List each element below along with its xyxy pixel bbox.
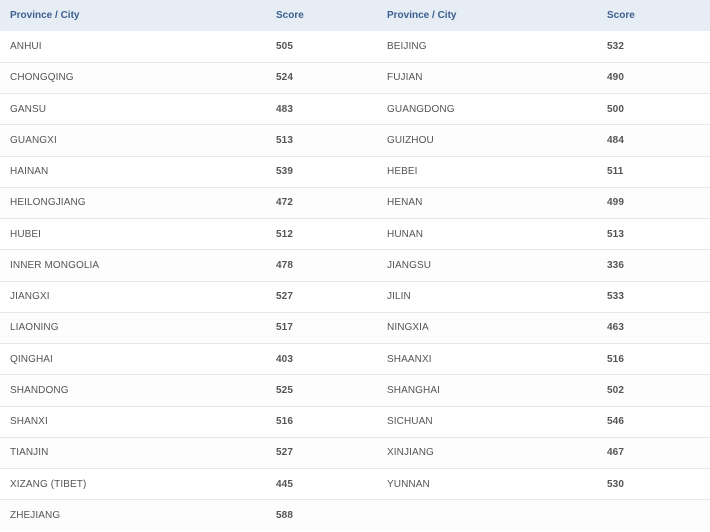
- score-cell: 490: [607, 62, 710, 95]
- score-cell: 527: [276, 437, 387, 470]
- province-cell: ZHEJIANG: [0, 499, 276, 531]
- province-cell: JIANGXI: [0, 281, 276, 313]
- score-cell: 336: [607, 249, 710, 282]
- province-score-table: Province / City Score Province / City Sc…: [0, 0, 710, 531]
- score-cell: 532: [607, 31, 710, 63]
- table-row: QINGHAI 403 SHAANXI 516: [0, 343, 710, 376]
- province-cell: HEBEI: [387, 156, 607, 188]
- province-cell: SHANDONG: [0, 374, 276, 407]
- province-cell: BEIJING: [387, 31, 607, 63]
- province-cell: HUNAN: [387, 218, 607, 251]
- score-cell: 484: [607, 124, 710, 157]
- score-cell: 546: [607, 406, 710, 438]
- province-cell: GUANGXI: [0, 124, 276, 157]
- score-cell: 478: [276, 249, 387, 282]
- score-cell: 588: [276, 499, 387, 531]
- score-cell: 527: [276, 281, 387, 313]
- province-cell: HUBEI: [0, 218, 276, 251]
- score-cell: 525: [276, 374, 387, 407]
- province-cell: SHANXI: [0, 406, 276, 438]
- province-cell: INNER MONGOLIA: [0, 249, 276, 282]
- table-row: INNER MONGOLIA 478 JIANGSU 336: [0, 249, 710, 282]
- header-score-1[interactable]: Score: [276, 0, 387, 31]
- score-cell: 539: [276, 156, 387, 188]
- province-cell: SICHUAN: [387, 406, 607, 438]
- score-cell: 483: [276, 93, 387, 126]
- score-cell: 517: [276, 312, 387, 345]
- header-score-2[interactable]: Score: [607, 0, 710, 31]
- score-cell: 524: [276, 62, 387, 95]
- score-cell: 463: [607, 312, 710, 345]
- score-cell: 513: [276, 124, 387, 157]
- province-cell: GUANGDONG: [387, 93, 607, 126]
- table-row: GUANGXI 513 GUIZHOU 484: [0, 124, 710, 157]
- table-row: SHANDONG 525 SHANGHAI 502: [0, 374, 710, 407]
- table-row: ZHEJIANG 588: [0, 499, 710, 531]
- score-cell: 502: [607, 374, 710, 407]
- table-row: HUBEI 512 HUNAN 513: [0, 218, 710, 251]
- table-row: ANHUI 505 BEIJING 532: [0, 31, 710, 63]
- province-cell: TIANJIN: [0, 437, 276, 470]
- province-cell: ANHUI: [0, 31, 276, 63]
- province-cell: GANSU: [0, 93, 276, 126]
- score-cell: 516: [607, 343, 710, 376]
- score-cell: 516: [276, 406, 387, 438]
- province-cell: CHONGQING: [0, 62, 276, 95]
- table-body: ANHUI 505 BEIJING 532 CHONGQING 524 FUJIAN 490 G…: [0, 31, 710, 531]
- score-cell: 530: [607, 468, 710, 501]
- header-row: Province / City Score Province / City Sc…: [0, 0, 710, 31]
- province-cell: JIANGSU: [387, 249, 607, 282]
- score-cell: 511: [607, 156, 710, 188]
- table-row: HAINAN 539 HEBEI 511: [0, 156, 710, 188]
- province-cell: LIAONING: [0, 312, 276, 345]
- score-cell: 499: [607, 187, 710, 220]
- province-cell: [387, 499, 607, 531]
- table-row: HEILONGJIANG 472 HENAN 499: [0, 187, 710, 220]
- score-cell: [607, 499, 710, 531]
- score-cell: 445: [276, 468, 387, 501]
- score-cell: 513: [607, 218, 710, 251]
- header-province-1[interactable]: Province / City: [0, 0, 276, 31]
- header-province-2[interactable]: Province / City: [387, 0, 607, 31]
- score-cell: 505: [276, 31, 387, 63]
- province-cell: GUIZHOU: [387, 124, 607, 157]
- province-cell: YUNNAN: [387, 468, 607, 501]
- table-row: XIZANG (TIBET) 445 YUNNAN 530: [0, 468, 710, 501]
- province-cell: NINGXIA: [387, 312, 607, 345]
- table-row: LIAONING 517 NINGXIA 463: [0, 312, 710, 345]
- province-cell: SHAANXI: [387, 343, 607, 376]
- score-cell: 533: [607, 281, 710, 313]
- score-cell: 403: [276, 343, 387, 376]
- table-header: Province / City Score Province / City Sc…: [0, 0, 710, 31]
- province-cell: HEILONGJIANG: [0, 187, 276, 220]
- table-row: JIANGXI 527 JILIN 533: [0, 281, 710, 313]
- province-cell: JILIN: [387, 281, 607, 313]
- table-row: SHANXI 516 SICHUAN 546: [0, 406, 710, 438]
- province-cell: HENAN: [387, 187, 607, 220]
- score-cell: 472: [276, 187, 387, 220]
- province-cell: QINGHAI: [0, 343, 276, 376]
- province-cell: XIZANG (TIBET): [0, 468, 276, 501]
- score-cell: 512: [276, 218, 387, 251]
- score-cell: 467: [607, 437, 710, 470]
- table-row: TIANJIN 527 XINJIANG 467: [0, 437, 710, 470]
- score-cell: 500: [607, 93, 710, 126]
- province-cell: SHANGHAI: [387, 374, 607, 407]
- province-cell: FUJIAN: [387, 62, 607, 95]
- province-cell: HAINAN: [0, 156, 276, 188]
- table-row: GANSU 483 GUANGDONG 500: [0, 93, 710, 126]
- province-cell: XINJIANG: [387, 437, 607, 470]
- table-row: CHONGQING 524 FUJIAN 490: [0, 62, 710, 95]
